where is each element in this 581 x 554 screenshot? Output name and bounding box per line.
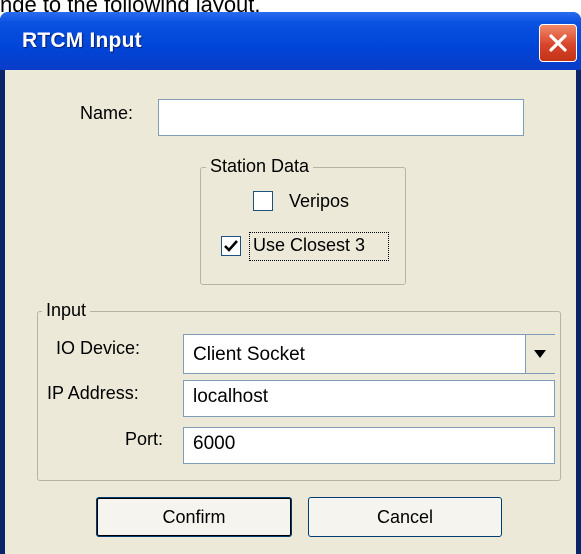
station-data-title: Station Data — [206, 156, 314, 177]
use-closest-label: Use Closest 3 — [253, 235, 366, 255]
port-input[interactable]: 6000 — [183, 427, 555, 464]
confirm-button[interactable]: Confirm — [96, 497, 292, 537]
checkmark-icon — [224, 240, 238, 252]
ip-address-input[interactable]: localhost — [183, 380, 555, 417]
veripos-checkbox[interactable] — [253, 191, 273, 211]
close-button[interactable] — [539, 24, 577, 62]
chevron-down-icon — [534, 350, 546, 358]
title-bar[interactable]: RTCM Input — [0, 12, 581, 70]
name-label: Name: — [80, 103, 134, 123]
input-group-title: Input — [42, 300, 91, 321]
io-device-label: IO Device: — [56, 338, 141, 358]
use-closest-checkbox[interactable] — [221, 236, 241, 256]
name-input[interactable] — [158, 99, 524, 136]
ip-address-label: IP Address: — [47, 383, 139, 403]
dropdown-button[interactable] — [525, 335, 555, 373]
veripos-label: Veripos — [289, 191, 350, 211]
io-device-value: Client Socket — [193, 344, 305, 365]
dialog-body: Name: Station Data Veripos Use Closest 3… — [5, 70, 576, 554]
io-device-select[interactable]: Client Socket — [183, 334, 555, 374]
station-data-group: Station Data Veripos Use Closest 3 — [200, 156, 406, 285]
window-title: RTCM Input — [22, 29, 142, 52]
cancel-button[interactable]: Cancel — [308, 497, 502, 537]
port-label: Port: — [125, 429, 164, 449]
close-icon — [549, 34, 567, 52]
rtcm-input-dialog: RTCM Input Name: Station Data Veripos Us… — [0, 12, 581, 554]
